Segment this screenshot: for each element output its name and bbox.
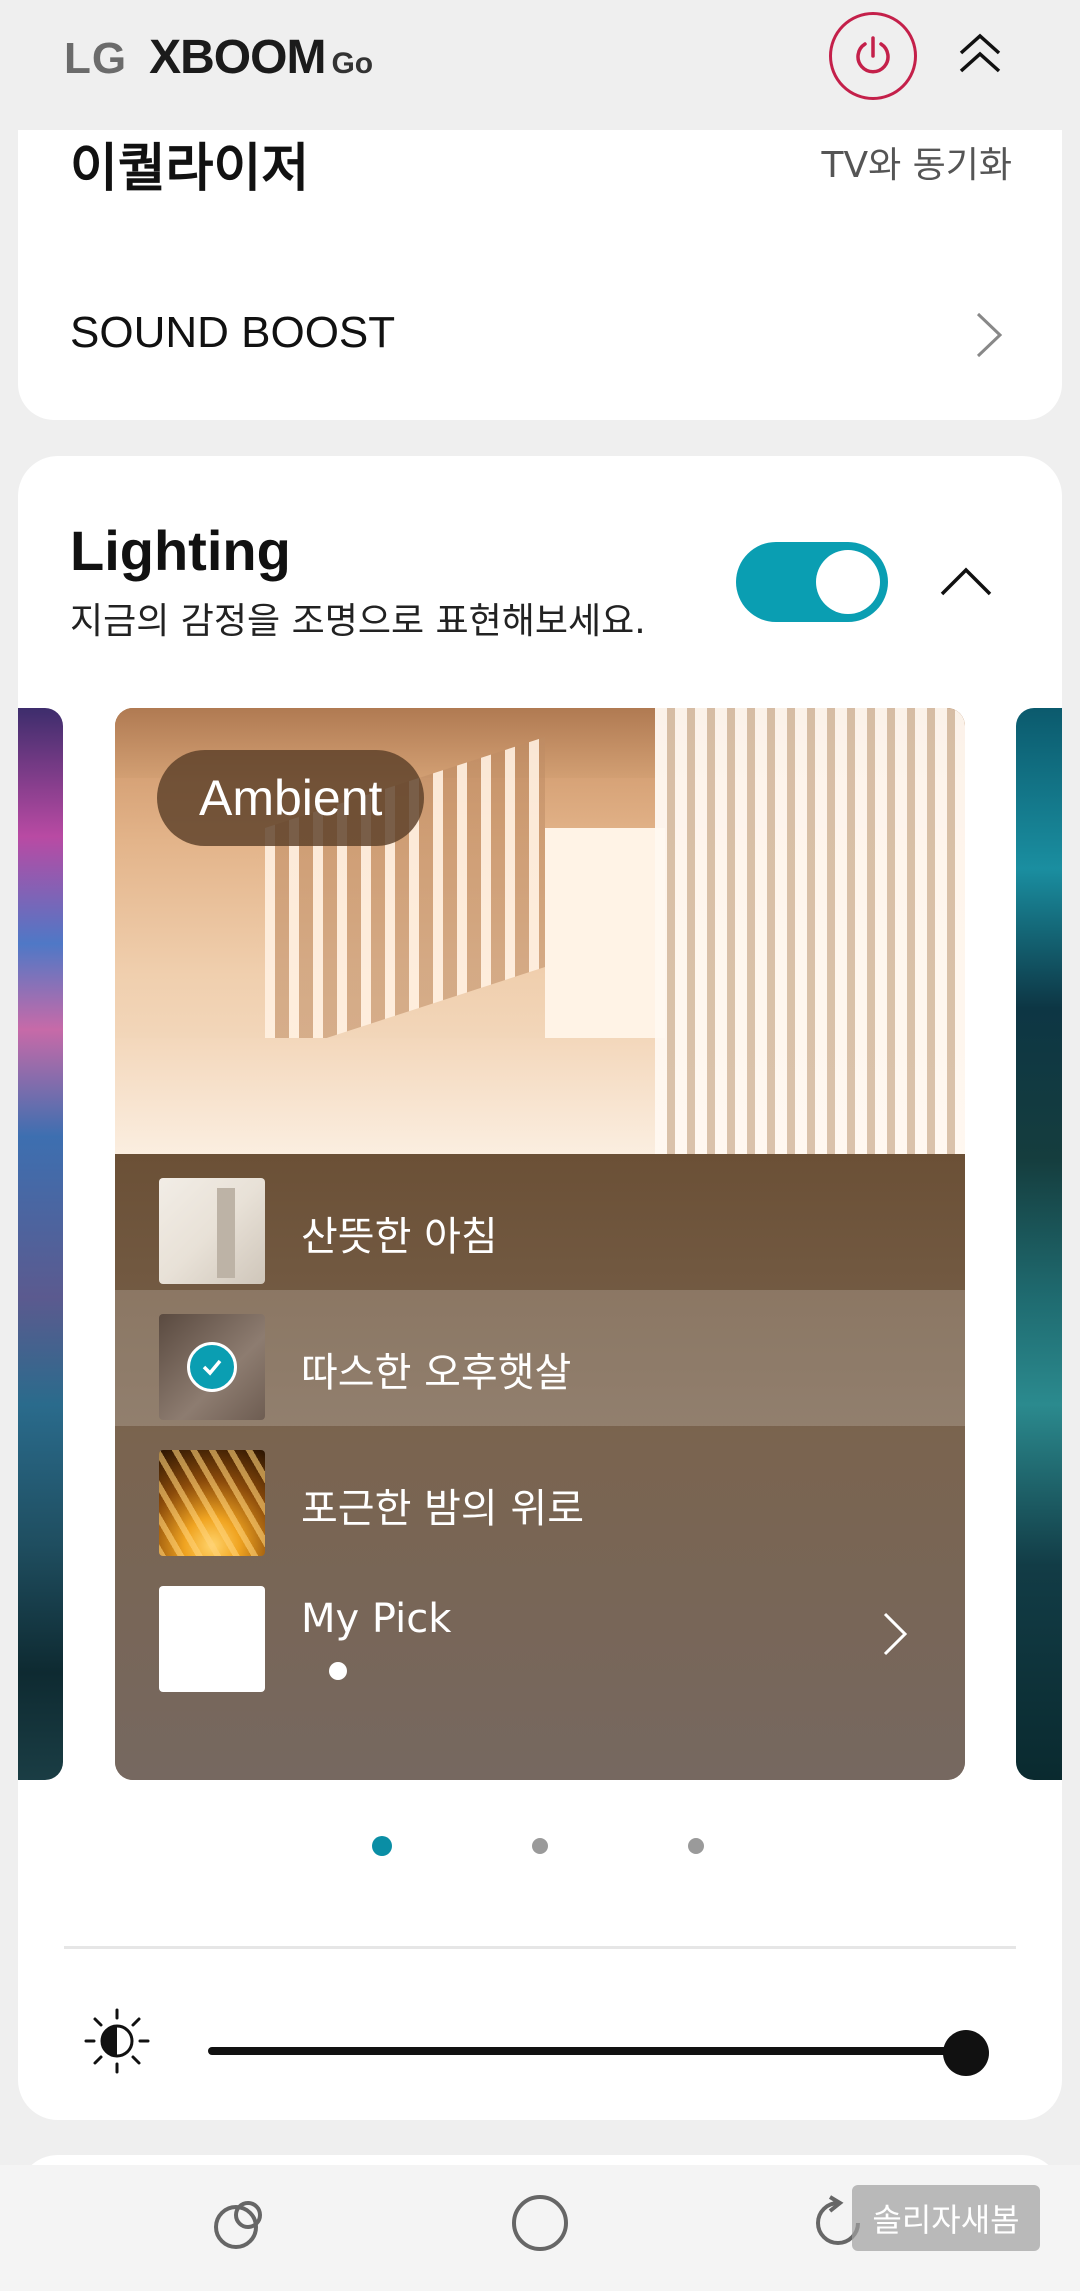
- item-label: 산뜻한 아침: [301, 1214, 498, 1260]
- next-mode-card[interactable]: [1016, 708, 1062, 1780]
- brightness-icon: [84, 2008, 150, 2074]
- list-item[interactable]: 따스한 오후햇살: [115, 1290, 965, 1426]
- collapse-all-button[interactable]: [950, 24, 1010, 84]
- divider: [64, 1946, 1016, 1949]
- pager-dot-1[interactable]: [372, 1836, 392, 1856]
- my-pick-thumbnail: [159, 1586, 265, 1692]
- pager-dot-3[interactable]: [688, 1838, 704, 1854]
- brand-lg: LG: [64, 34, 128, 83]
- previous-mode-card[interactable]: [18, 708, 63, 1780]
- list-item-my-pick[interactable]: My Pick: [115, 1562, 965, 1698]
- power-button[interactable]: [829, 12, 917, 100]
- lighting-title: Lighting: [70, 519, 291, 582]
- app-header: LG XBOOM Go: [0, 0, 1080, 130]
- lighting-toggle[interactable]: [736, 542, 888, 622]
- morning-thumbnail: [159, 1178, 265, 1284]
- power-icon: [856, 36, 890, 74]
- my-pick-dot: [329, 1662, 347, 1680]
- slider-track: [208, 2047, 988, 2055]
- toggle-knob: [816, 550, 880, 614]
- item-label: My Pick: [301, 1596, 452, 1642]
- toast-label: 솔리자새봄: [852, 2185, 1040, 2251]
- chevron-right-icon: [976, 312, 1003, 358]
- home-button[interactable]: [512, 2195, 568, 2251]
- double-chevron-up-icon: [959, 33, 1001, 73]
- recent-apps-icon[interactable]: [210, 2193, 270, 2253]
- night-thumbnail: [159, 1450, 265, 1556]
- brightness-slider[interactable]: [208, 2030, 989, 2076]
- lighting-card: Lighting 지금의 감정을 조명으로 표현해보세요. Ambient 산뜻…: [18, 456, 1062, 2120]
- brand-go: Go: [331, 47, 374, 80]
- chevron-right-icon: [883, 1612, 908, 1656]
- sound-boost-row[interactable]: SOUND BOOST: [18, 280, 1062, 390]
- brand-xboom: XBOOM: [149, 31, 326, 84]
- list-item[interactable]: 포근한 밤의 위로: [115, 1426, 965, 1562]
- system-nav-bar: 솔리자새봄: [0, 2165, 1080, 2291]
- ambient-scene-image: Ambient: [115, 708, 965, 1154]
- tv-sync-label[interactable]: TV와 동기화: [821, 136, 1012, 188]
- afternoon-thumbnail: [159, 1314, 265, 1420]
- equalizer-title: 이퀄라이저: [70, 139, 310, 199]
- equalizer-card: 이퀄라이저 TV와 동기화 SOUND BOOST: [18, 110, 1062, 420]
- slider-handle[interactable]: [943, 2030, 989, 2076]
- lighting-subtitle: 지금의 감정을 조명으로 표현해보세요.: [70, 601, 646, 642]
- carousel-pager: [18, 1836, 1062, 1860]
- sound-boost-label: SOUND BOOST: [70, 308, 396, 357]
- item-label: 포근한 밤의 위로: [301, 1486, 585, 1532]
- brand-logo: LG XBOOM Go: [64, 30, 373, 85]
- item-label: 따스한 오후햇살: [301, 1350, 572, 1396]
- mode-name-pill: Ambient: [157, 750, 425, 846]
- ambient-mode-card: Ambient 산뜻한 아침 따스한 오후햇살 포근한 밤의 위로 My Pic…: [115, 708, 965, 1780]
- check-icon: [187, 1342, 237, 1392]
- chevron-up-icon[interactable]: [936, 556, 996, 606]
- list-item[interactable]: 산뜻한 아침: [115, 1154, 965, 1290]
- pager-dot-2[interactable]: [532, 1838, 548, 1854]
- lighting-preset-list: 산뜻한 아침 따스한 오후햇살 포근한 밤의 위로 My Pick: [115, 1154, 965, 1780]
